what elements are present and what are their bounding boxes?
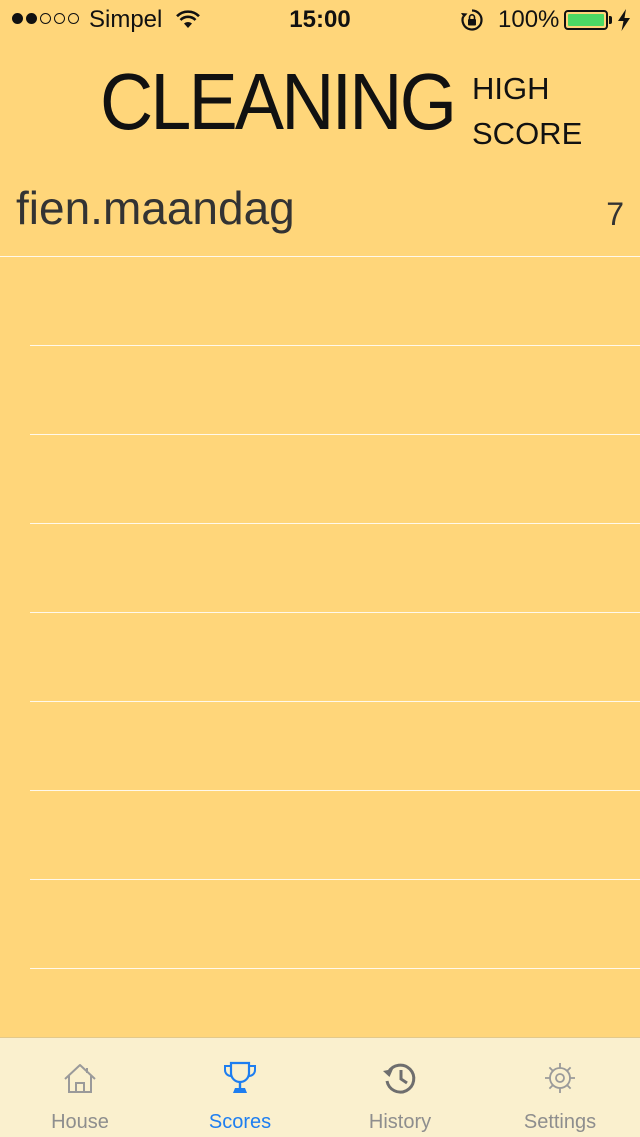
tab-label: Settings [523, 1111, 597, 1133]
battery-icon [564, 10, 608, 30]
score-row[interactable]: fien.maandag 7 [0, 168, 640, 257]
score-row[interactable] [30, 346, 640, 435]
history-icon [380, 1058, 420, 1098]
gear-icon [540, 1058, 580, 1098]
player-name: fien.maandag [16, 182, 295, 234]
score-row[interactable] [30, 613, 640, 702]
house-icon [60, 1058, 100, 1098]
tab-history[interactable]: History [320, 1038, 480, 1137]
tab-house[interactable]: House [0, 1038, 160, 1137]
trophy-icon [220, 1058, 260, 1098]
score-row[interactable] [30, 702, 640, 791]
score-row[interactable] [30, 880, 640, 969]
tab-label: History [368, 1111, 432, 1133]
tab-bar: House Scores History Settings [0, 1037, 640, 1137]
battery-level [568, 14, 604, 26]
score-row[interactable] [30, 435, 640, 524]
subtitle-line-score: SCORE [472, 116, 583, 151]
tab-label: Scores [208, 1111, 272, 1133]
player-score: 7 [606, 196, 624, 232]
battery-tip [609, 16, 612, 24]
tab-scores[interactable]: Scores [160, 1038, 320, 1137]
score-row[interactable] [30, 524, 640, 613]
page-title: CLEANING [100, 57, 457, 146]
status-bar: Simpel 15:00 100% [0, 0, 640, 40]
tab-label: House [51, 1111, 109, 1133]
tab-settings[interactable]: Settings [480, 1038, 640, 1137]
charging-bolt-icon [617, 9, 631, 36]
page-subtitle: HIGH SCORE [472, 66, 582, 156]
score-row[interactable] [30, 257, 640, 346]
subtitle-line-high: HIGH [472, 71, 550, 106]
score-row[interactable] [30, 791, 640, 880]
score-list[interactable]: fien.maandag 7 [0, 168, 640, 969]
battery-percentage: 100% [498, 6, 560, 33]
orientation-lock-icon [460, 8, 484, 37]
